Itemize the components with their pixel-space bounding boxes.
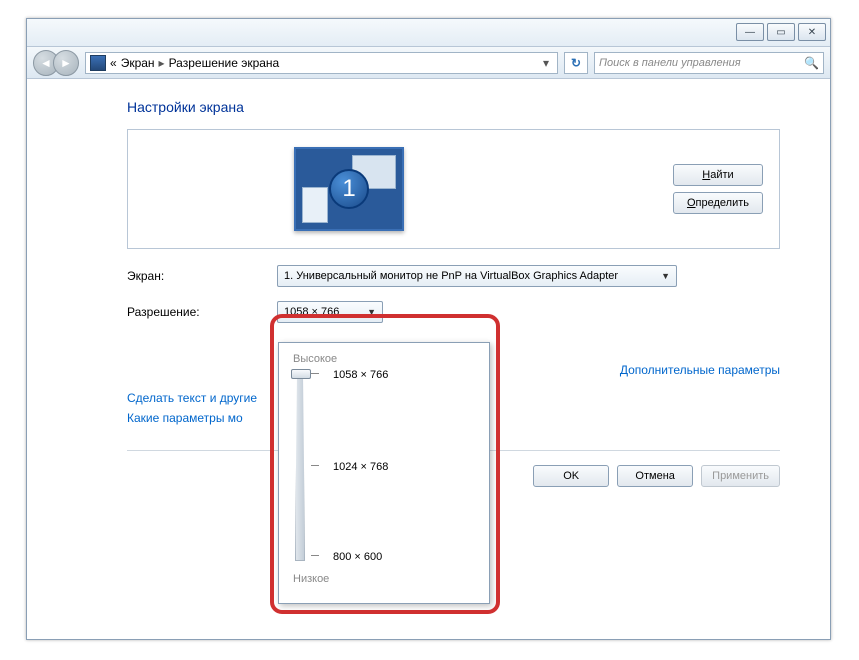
control-panel-icon <box>90 55 106 71</box>
window-controls: — ▭ ✕ <box>736 23 826 41</box>
slider-thumb[interactable] <box>291 369 311 379</box>
monitor-thumb: 1 <box>294 147 404 231</box>
breadcrumb-prefix: « <box>110 56 117 70</box>
resolution-row: Разрешение: 1058 × 766 ▼ <box>127 301 780 323</box>
apply-button[interactable]: Применить <box>701 465 780 487</box>
close-button[interactable]: ✕ <box>798 23 826 41</box>
screen-value: 1. Универсальный монитор не PnP на Virtu… <box>284 270 618 282</box>
resolution-option[interactable]: 800 × 600 <box>333 551 382 563</box>
resolution-popup: Высокое 1058 × 766 1024 × 768 800 × 600 … <box>278 342 490 604</box>
minimize-button[interactable]: — <box>736 23 764 41</box>
resolution-dropdown[interactable]: 1058 × 766 ▼ <box>277 301 383 323</box>
find-button[interactable]: Найти <box>673 164 763 186</box>
cancel-button[interactable]: Отмена <box>617 465 693 487</box>
screen-row: Экран: 1. Универсальный монитор не PnP н… <box>127 265 780 287</box>
resolution-option[interactable]: 1058 × 766 <box>333 369 388 381</box>
breadcrumb[interactable]: « Экран ▸ Разрешение экрана ▾ <box>85 52 558 74</box>
ok-button[interactable]: OK <box>533 465 609 487</box>
forward-button[interactable]: ► <box>53 50 79 76</box>
chevron-down-icon: ▼ <box>367 307 376 317</box>
monitor-preview[interactable]: 1 <box>294 147 404 231</box>
resolution-high-label: Высокое <box>293 353 475 365</box>
resolution-value: 1058 × 766 <box>284 306 339 318</box>
breadcrumb-dropdown-icon[interactable]: ▾ <box>539 56 553 70</box>
refresh-icon: ↻ <box>571 56 581 70</box>
breadcrumb-item-2[interactable]: Разрешение экрана <box>169 56 280 70</box>
resolution-slider[interactable]: 1058 × 766 1024 × 768 800 × 600 <box>293 369 475 569</box>
navbar: ◄ ► « Экран ▸ Разрешение экрана ▾ ↻ Поис… <box>27 47 830 79</box>
screen-dropdown[interactable]: 1. Универсальный монитор не PnP на Virtu… <box>277 265 677 287</box>
screen-label: Экран: <box>127 269 277 283</box>
detect-button[interactable]: Определить <box>673 192 763 214</box>
monitor-params-link[interactable]: Какие параметры мо <box>127 411 243 425</box>
monitor-number: 1 <box>329 169 369 209</box>
resolution-label: Разрешение: <box>127 305 277 319</box>
text-size-link[interactable]: Сделать текст и другие <box>127 391 257 405</box>
titlebar: — ▭ ✕ <box>27 19 830 47</box>
advanced-settings-link[interactable]: Дополнительные параметры <box>620 363 780 377</box>
slider-tick <box>311 555 319 556</box>
search-icon: 🔍 <box>804 56 819 70</box>
resolution-low-label: Низкое <box>293 573 475 585</box>
chevron-down-icon: ▼ <box>661 271 670 281</box>
maximize-button[interactable]: ▭ <box>767 23 795 41</box>
refresh-button[interactable]: ↻ <box>564 52 588 74</box>
breadcrumb-item-1[interactable]: Экран <box>121 56 155 70</box>
slider-tick <box>311 465 319 466</box>
slider-track <box>295 373 305 561</box>
nav-buttons: ◄ ► <box>33 50 79 76</box>
search-input[interactable]: Поиск в панели управления 🔍 <box>594 52 824 74</box>
search-placeholder: Поиск в панели управления <box>599 57 804 69</box>
monitor-panel: 1 Найти Определить <box>127 129 780 249</box>
slider-tick <box>311 373 319 374</box>
page-title: Настройки экрана <box>127 99 780 115</box>
resolution-option[interactable]: 1024 × 768 <box>333 461 388 473</box>
breadcrumb-sep-icon: ▸ <box>159 56 165 70</box>
panel-buttons: Найти Определить <box>673 164 763 214</box>
